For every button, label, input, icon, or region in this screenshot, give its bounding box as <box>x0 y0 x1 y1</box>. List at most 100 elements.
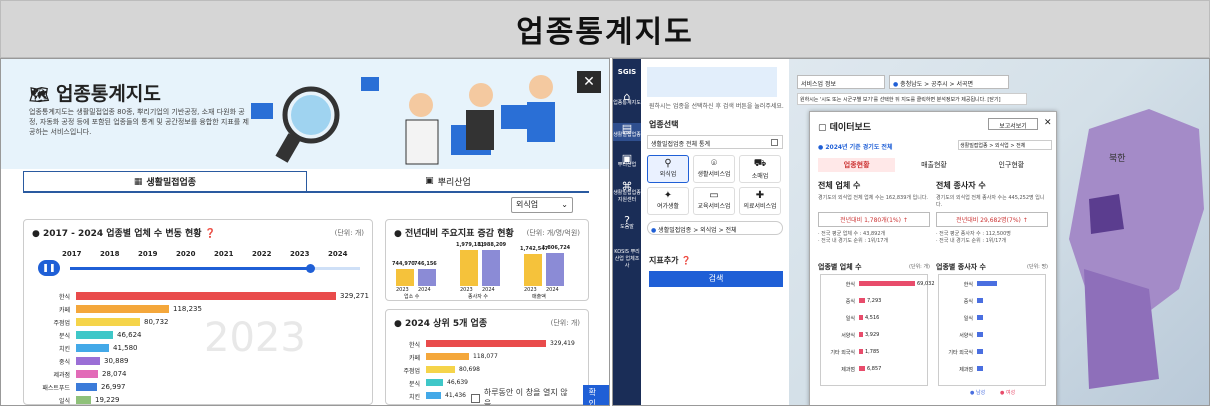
change-bar-value: 1,806,724 <box>542 245 571 251</box>
dash-bar-label: 제과점 <box>959 367 973 373</box>
sidebar-item-living[interactable]: ▤ 생활밀접업종 <box>613 123 641 141</box>
trend-bar-value: 30,889 <box>104 357 129 365</box>
trend-bar-value: 26,997 <box>101 383 126 391</box>
dash-bar-value: 6,857 <box>867 366 882 372</box>
sidebar-item-help[interactable]: ? 도움말 <box>613 215 641 231</box>
dash-bar <box>977 332 983 337</box>
dash-bar-label: 서양식 <box>959 333 973 339</box>
sidebar-item-root[interactable]: ▣ 뿌리산업 <box>613 152 641 169</box>
year-label[interactable]: 2017 <box>62 250 81 258</box>
location-text: 충청남도 > 공주시 > 서곡면 <box>900 81 974 88</box>
popup-title: 🗺 업종통계지도 <box>29 79 161 106</box>
dash-bar-label: 일식 <box>845 316 855 322</box>
industry-select[interactable]: 외식업 ⌄ <box>511 197 573 213</box>
dash-bar-label: 제과점 <box>841 367 855 373</box>
report-button[interactable]: 보고서보기 <box>988 118 1038 130</box>
sidebar-item-kosis[interactable]: KOSIS 뿌리산업 업체조사 <box>613 249 641 270</box>
category-icon: ⌾ <box>711 158 717 169</box>
dash-tab[interactable]: 인구현황 <box>973 158 1050 172</box>
year-track-fill <box>70 267 310 270</box>
help-icon[interactable]: ❓ <box>205 229 216 239</box>
kpi-desc: 경기도의 외식업 전체 종사자 수는 445,252명 입니다. <box>936 195 1045 208</box>
add-indicator[interactable]: 지표추가 ❓ <box>649 255 691 266</box>
legend-item: ● 남성 <box>970 390 986 396</box>
dash-bar-label: 한식 <box>845 282 855 288</box>
category-icon: ✦ <box>663 190 673 201</box>
top5-value: 118,077 <box>473 353 498 360</box>
map-notice: 원하시는 '시도 또는 시군구별 보기'를 선택한 뒤 지도를 클릭하면 분석정… <box>797 93 1027 105</box>
dash-close-icon[interactable]: ✕ <box>1044 118 1052 128</box>
top5-title: ● 2024 상위 5개 업종 <box>394 319 488 329</box>
trend-bar-value: 28,074 <box>102 370 127 378</box>
dash-chart-frame: 한식 중식 일식 서양식 기타 외국식 제과점 <box>938 274 1046 386</box>
industry-select-value: 외식업 <box>516 200 539 209</box>
year-label[interactable]: 2018 <box>100 250 119 258</box>
dash-bar <box>859 281 915 286</box>
trend-bar-value: 329,271 <box>340 292 369 300</box>
tab-root-label: 뿌리산업 <box>437 177 471 188</box>
dash-bar-label: 서양식 <box>841 333 855 339</box>
kpi-change[interactable]: 전년대비 29,682명(7%) ↑ <box>936 212 1048 227</box>
factory-icon: ▣ <box>621 152 633 165</box>
change-unit: (단위: 개/명/억원) <box>526 229 580 237</box>
dash-tab[interactable]: 업종현황 <box>818 158 896 172</box>
banner-title: 업종통계지도 <box>516 15 694 50</box>
trend-bar <box>76 370 98 378</box>
trend-bar-label: 일식 <box>58 398 70 405</box>
category-button[interactable]: ✚ 의료서비스업 <box>739 187 781 215</box>
sidebar-item-support[interactable]: ⌘ 생활밀접업종지원센터 <box>613 180 641 204</box>
trend-bar <box>76 292 336 300</box>
top5-label: 카페 <box>408 355 420 362</box>
dash-bar <box>977 298 983 303</box>
category-icon: ✚ <box>755 190 765 201</box>
category-button[interactable]: ▭ 교육서비스업 <box>693 187 735 215</box>
category-button[interactable]: ⛟ 소매업 <box>739 155 781 183</box>
dash-chart-unit: (단위: 명) <box>1027 264 1048 270</box>
category-label: 교육서비스업 <box>697 203 731 210</box>
location-breadcrumb[interactable]: ● 충청남도 > 공주시 > 서곡면 <box>889 75 1009 89</box>
top5-bar <box>426 340 546 347</box>
category-button[interactable]: ✦ 여가생활 <box>647 187 689 215</box>
ok-button[interactable]: 확인 <box>582 385 609 405</box>
year-label[interactable]: 2019 <box>138 250 157 258</box>
all-stats-toggle[interactable]: 생활밀접업종 전체 통계 <box>647 135 783 149</box>
tab-root[interactable]: ▣ 뿌리산업 <box>307 171 589 191</box>
pin-icon: ● <box>651 227 657 234</box>
tab-living[interactable]: ▦ 생활밀접업종 <box>23 171 307 191</box>
dash-bar-value: 4,516 <box>865 315 880 321</box>
year-label[interactable]: 2024 <box>328 250 347 258</box>
category-button[interactable]: ⌾ 생활서비스업 <box>693 155 735 183</box>
category-button[interactable]: ⚲ 외식업 <box>647 155 689 183</box>
category-tabs: ▦ 생활밀접업종 ▣ 뿌리산업 <box>23 171 589 193</box>
region-select[interactable]: 서비스업 정보 <box>797 75 885 89</box>
sidebar-item-home[interactable]: ⌂ 업종통계지도 <box>613 91 641 107</box>
building-icon: ⌘ <box>621 180 633 193</box>
year-label[interactable]: 2022 <box>252 250 271 258</box>
top5-bar <box>426 366 455 373</box>
hide-checkbox[interactable] <box>471 393 480 403</box>
dash-chart-card: 업종별 업체 수 (단위: 개) 한식 69,032 중식 7,293 일식 4,516 서양식… <box>818 262 935 402</box>
year-slider-handle[interactable] <box>306 264 315 273</box>
checkbox[interactable] <box>771 139 778 146</box>
category-icon: ⚲ <box>664 158 672 169</box>
top5-label: 치킨 <box>408 394 420 401</box>
map-book-icon: 🗺 <box>29 85 50 104</box>
dash-tab[interactable]: 매출현황 <box>895 158 972 172</box>
close-button[interactable]: ✕ <box>577 71 601 93</box>
top5-value: 41,436 <box>445 392 466 399</box>
year-label[interactable]: 2023 <box>290 250 309 258</box>
year-label[interactable]: 2021 <box>214 250 233 258</box>
trend-bar-label: 주점업 <box>53 320 70 327</box>
year-label[interactable]: 2020 <box>176 250 195 258</box>
dash-crumb[interactable]: 생활밀접업종 > 외식업 > 전체 <box>958 140 1052 150</box>
search-button[interactable]: 검색 <box>649 271 783 287</box>
play-button[interactable]: ❚❚ <box>38 260 60 276</box>
hide-label: 하루동안 이 창을 열지 않음 <box>483 388 568 406</box>
top5-label: 한식 <box>408 342 420 349</box>
trend-bar-label: 한식 <box>58 294 70 301</box>
change-year: 2024 <box>418 287 431 293</box>
kpi-change[interactable]: 전년대비 1,780개(1%) ↑ <box>818 212 930 227</box>
dash-bar <box>859 366 865 371</box>
category-label: 의료서비스업 <box>743 203 777 210</box>
change-bar <box>396 269 414 286</box>
